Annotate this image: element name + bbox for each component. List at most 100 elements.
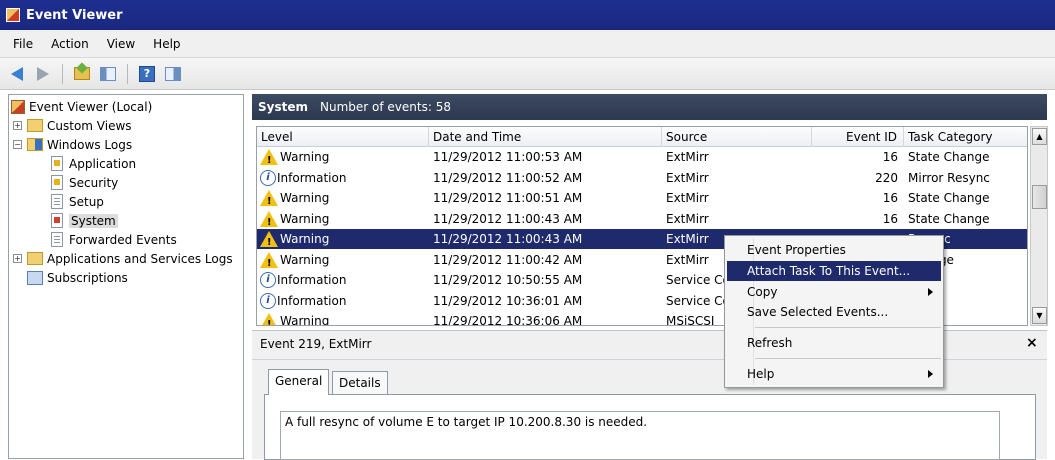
details-title: Event 219, ExtMirr bbox=[260, 337, 372, 351]
cell-date: 11/29/2012 11:00:52 AM bbox=[433, 170, 583, 185]
tree-item-security[interactable]: Security bbox=[51, 173, 118, 192]
cell-source: ExtMirr bbox=[666, 170, 709, 185]
table-row[interactable]: i Information 11/29/2012 11:00:52 AM ExtMir… bbox=[257, 168, 1027, 188]
scroll-down-icon[interactable]: ▼ bbox=[1032, 307, 1047, 324]
log-icon bbox=[51, 232, 63, 247]
collapse-icon[interactable]: − bbox=[13, 140, 22, 149]
help-icon: ? bbox=[139, 65, 155, 82]
tree-item-custom-views[interactable]: + Custom Views bbox=[13, 116, 132, 135]
toolbar-separator bbox=[62, 63, 63, 84]
tree-item-windows-logs[interactable]: − Windows Logs bbox=[13, 135, 132, 154]
tree-item-event-viewer-local[interactable]: Event Viewer (Local) bbox=[11, 97, 152, 116]
expand-icon[interactable]: + bbox=[13, 121, 22, 130]
table-scrollbar[interactable]: ▲ ▼ bbox=[1030, 126, 1048, 326]
cell-event-id: 16 bbox=[882, 191, 898, 205]
up-folder-button[interactable] bbox=[71, 63, 93, 85]
tree-label: Custom Views bbox=[47, 118, 132, 133]
title-bar: Event Viewer bbox=[0, 0, 1055, 30]
cell-date: 11/29/2012 11:00:53 AM bbox=[433, 150, 583, 164]
submenu-arrow-icon bbox=[928, 288, 933, 296]
menu-item-save-selected-events[interactable]: Save Selected Events... bbox=[727, 302, 941, 322]
menu-item-event-properties[interactable]: Event Properties bbox=[727, 240, 941, 260]
cell-level: Warning bbox=[257, 188, 429, 208]
tree-label: Event Viewer (Local) bbox=[29, 99, 153, 114]
menu-item-label: Help bbox=[747, 367, 775, 381]
level-text: Warning bbox=[280, 150, 330, 164]
tree-label: Security bbox=[69, 175, 119, 190]
subscriptions-icon bbox=[27, 270, 43, 285]
cell-level: i Information bbox=[257, 168, 429, 188]
menu-view[interactable]: View bbox=[98, 34, 144, 54]
help-button[interactable]: ? bbox=[136, 63, 158, 85]
show-action-pane-button[interactable] bbox=[162, 63, 184, 85]
tree-item-application[interactable]: Application bbox=[51, 154, 136, 173]
column-header-event-id[interactable]: Event ID bbox=[812, 127, 904, 147]
tree-label: Applications and Services Logs bbox=[47, 251, 233, 266]
log-icon bbox=[51, 213, 63, 228]
menu-item-label: Copy bbox=[747, 285, 778, 299]
warning-icon bbox=[260, 251, 278, 270]
cell-task-category: State Change bbox=[908, 150, 990, 164]
menu-item-refresh[interactable]: Refresh bbox=[727, 333, 941, 353]
table-header: Level Date and Time Source Event ID Task… bbox=[257, 127, 1027, 147]
tab-general[interactable]: General bbox=[268, 369, 330, 395]
table-row[interactable]: Warning 11/29/2012 11:00:43 AM ExtMirr 16 St… bbox=[257, 209, 1027, 229]
back-button[interactable] bbox=[6, 63, 28, 85]
cell-event-id: 220 bbox=[875, 170, 898, 185]
column-header-date[interactable]: Date and Time bbox=[429, 127, 662, 147]
tab-details[interactable]: Details bbox=[332, 371, 388, 395]
level-text: Warning bbox=[280, 191, 330, 205]
level-text: Warning bbox=[280, 232, 330, 246]
tree-item-system[interactable]: System bbox=[51, 211, 118, 230]
tree-item-applications-services-logs[interactable]: + Applications and Services Logs bbox=[13, 249, 233, 268]
cell-level: Warning bbox=[257, 147, 429, 167]
column-header-source[interactable]: Source bbox=[662, 127, 812, 147]
level-text: Information bbox=[277, 293, 347, 308]
cell-date: 11/29/2012 10:36:01 AM bbox=[433, 293, 583, 308]
window-title: Event Viewer bbox=[26, 7, 123, 23]
tree-label: Subscriptions bbox=[47, 270, 128, 285]
column-header-task-category[interactable]: Task Category bbox=[904, 127, 1027, 147]
level-text: Information bbox=[277, 170, 347, 185]
expand-icon[interactable]: + bbox=[13, 254, 22, 263]
menu-item-help[interactable]: Help bbox=[727, 364, 941, 384]
scroll-thumb[interactable] bbox=[1032, 185, 1047, 209]
menu-item-copy[interactable]: Copy bbox=[727, 282, 941, 302]
cell-level: Warning bbox=[257, 250, 429, 270]
cell-date: 11/29/2012 11:00:42 AM bbox=[433, 252, 583, 267]
cell-task-category: Mirror Resync bbox=[908, 170, 990, 185]
warning-icon bbox=[260, 149, 278, 167]
table-row[interactable]: Warning 11/29/2012 11:00:53 AM ExtMirr 16 St… bbox=[257, 147, 1027, 167]
tree-item-forwarded-events[interactable]: Forwarded Events bbox=[51, 230, 177, 249]
cell-event-id: 16 bbox=[882, 150, 898, 164]
scroll-up-icon[interactable]: ▲ bbox=[1032, 128, 1047, 145]
menu-action[interactable]: Action bbox=[42, 34, 98, 54]
close-icon[interactable]: × bbox=[1026, 335, 1038, 351]
cell-event-id: 16 bbox=[882, 211, 898, 226]
tree-item-subscriptions[interactable]: Subscriptions bbox=[27, 268, 128, 287]
column-header-level[interactable]: Level bbox=[257, 127, 429, 147]
forward-button[interactable] bbox=[32, 63, 54, 85]
warning-icon bbox=[260, 313, 278, 325]
level-text: Warning bbox=[280, 211, 330, 226]
warning-icon bbox=[260, 231, 278, 249]
console-tree: Event Viewer (Local) + Custom Views − Wi… bbox=[8, 94, 244, 459]
menu-help[interactable]: Help bbox=[144, 34, 189, 54]
menu-separator bbox=[755, 358, 941, 359]
events-count: Number of events: 58 bbox=[320, 100, 451, 114]
menu-file[interactable]: File bbox=[4, 34, 42, 54]
event-description: A full resync of volume E to target IP 1… bbox=[280, 411, 1000, 460]
show-hide-tree-button[interactable] bbox=[97, 63, 119, 85]
menu-item-attach-task[interactable]: Attach Task To This Event... bbox=[727, 261, 941, 281]
info-icon: i bbox=[260, 272, 276, 288]
cell-level: i Information bbox=[257, 291, 429, 311]
toolbar-separator bbox=[127, 63, 128, 84]
console-tree-icon bbox=[100, 66, 116, 81]
table-row[interactable]: Warning 11/29/2012 11:00:51 AM ExtMirr 16 St… bbox=[257, 188, 1027, 208]
cell-date: 11/29/2012 10:50:55 AM bbox=[433, 273, 583, 287]
tree-item-setup[interactable]: Setup bbox=[51, 192, 104, 211]
tree-label: Windows Logs bbox=[47, 137, 133, 152]
folder-icon bbox=[27, 252, 43, 265]
level-text: Information bbox=[277, 273, 347, 287]
tree-label: System bbox=[69, 213, 118, 228]
